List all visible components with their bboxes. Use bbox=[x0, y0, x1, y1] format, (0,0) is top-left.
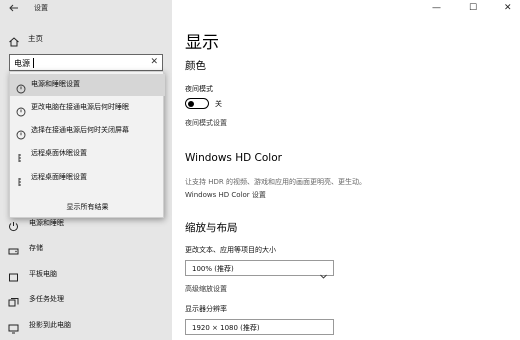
sidebar-item-multitasking[interactable]: 多任务处理 bbox=[8, 292, 158, 307]
night-light-state: 关 bbox=[215, 100, 222, 108]
advanced-scaling-link[interactable]: 高级缩放设置 bbox=[185, 284, 227, 294]
hdr-description: 让支持 HDR 的视频、游戏和应用的画面更明亮、更生动。 bbox=[185, 178, 366, 186]
multitask-icon bbox=[8, 293, 19, 307]
app-title: 设置 bbox=[34, 4, 48, 12]
title-bar: 设置 bbox=[0, 0, 172, 16]
resolution-dropdown[interactable]: 1920 × 1080 (推荐) bbox=[185, 319, 334, 335]
tablet-icon bbox=[8, 268, 19, 282]
search-input[interactable]: 电源 ✕ bbox=[9, 54, 163, 71]
sidebar-item-label: 投影到此电脑 bbox=[29, 321, 71, 329]
scale-dropdown[interactable]: 100% (推荐) bbox=[185, 260, 334, 279]
text-caret bbox=[33, 58, 34, 68]
power-icon bbox=[16, 102, 26, 117]
clear-icon[interactable]: ✕ bbox=[150, 57, 158, 68]
suggestion-item[interactable]: 选择在接通电源后何时关闭屏幕 bbox=[10, 120, 165, 142]
night-light-settings-link[interactable]: 夜间模式设置 bbox=[185, 118, 227, 128]
section-heading-hdr: Windows HD Color bbox=[185, 152, 282, 164]
sidebar-item-power-sleep[interactable]: 电源和睡眠 bbox=[8, 216, 158, 232]
suggestion-label: 更改电脑在接通电源后何时睡眠 bbox=[31, 103, 129, 111]
suggestion-label: 选择在接通电源后何时关闭屏幕 bbox=[31, 126, 129, 134]
hdr-settings-link[interactable]: Windows HD Color 设置 bbox=[185, 190, 266, 200]
remote-desktop-icon bbox=[16, 148, 26, 162]
suggestion-item[interactable]: 远程桌面休眠设置 bbox=[10, 143, 165, 165]
suggestion-label: 电源和睡眠设置 bbox=[31, 80, 80, 88]
main-content: — ☐ ✕ 显示 颜色 夜间模式 关 夜间模式设置 Windows HD Col… bbox=[172, 0, 520, 340]
power-icon bbox=[16, 125, 26, 140]
remote-desktop-icon bbox=[16, 172, 26, 186]
section-heading-color: 颜色 bbox=[185, 60, 206, 72]
page-title: 显示 bbox=[185, 33, 219, 53]
sidebar-item-label: 主页 bbox=[28, 34, 43, 43]
night-light-label: 夜间模式 bbox=[185, 85, 213, 93]
window-controls: — ☐ ✕ bbox=[410, 0, 520, 16]
power-icon bbox=[8, 217, 19, 232]
suggestion-label: 远程桌面休眠设置 bbox=[31, 149, 87, 157]
sidebar-item-project[interactable]: 投影到此电脑 bbox=[8, 318, 158, 334]
sidebar: 设置 主页 电源 ✕ 电源和睡眠 存储 平板电脑 多任务处理 投影到此电脑 电源… bbox=[0, 0, 172, 340]
scale-value: 100% (推荐) bbox=[192, 265, 234, 273]
suggestion-label: 远程桌面睡眠设置 bbox=[31, 173, 87, 181]
power-icon bbox=[16, 79, 26, 94]
section-heading-scale: 缩放与布局 bbox=[185, 222, 238, 234]
show-all-results-link[interactable]: 显示所有结果 bbox=[10, 202, 165, 212]
sidebar-item-label: 电源和睡眠 bbox=[29, 219, 64, 227]
night-light-toggle[interactable] bbox=[185, 98, 209, 109]
resolution-label: 显示器分辨率 bbox=[185, 305, 227, 313]
storage-icon bbox=[8, 242, 19, 255]
minimize-button[interactable]: — bbox=[432, 2, 441, 14]
toggle-knob bbox=[188, 100, 194, 107]
suggestion-item[interactable]: 更改电脑在接通电源后何时睡眠 bbox=[10, 97, 165, 119]
sidebar-item-storage[interactable]: 存储 bbox=[8, 241, 158, 255]
search-suggestions: 电源和睡眠设置 更改电脑在接通电源后何时睡眠 选择在接通电源后何时关闭屏幕 远程… bbox=[9, 71, 165, 218]
projector-icon bbox=[8, 319, 19, 334]
resolution-value: 1920 × 1080 (推荐) bbox=[192, 324, 260, 332]
sidebar-item-home[interactable]: 主页 bbox=[8, 32, 158, 47]
suggestion-item[interactable]: 电源和睡眠设置 bbox=[10, 74, 165, 96]
sidebar-item-label: 多任务处理 bbox=[29, 295, 64, 303]
sidebar-item-tablet[interactable]: 平板电脑 bbox=[8, 267, 158, 282]
suggestion-item[interactable]: 远程桌面睡眠设置 bbox=[10, 167, 165, 189]
back-arrow-icon[interactable] bbox=[8, 2, 20, 14]
search-value: 电源 bbox=[14, 59, 30, 68]
close-button[interactable]: ✕ bbox=[504, 2, 512, 14]
scale-label: 更改文本、应用等项目的大小 bbox=[185, 246, 276, 254]
home-icon bbox=[8, 33, 20, 47]
sidebar-item-label: 平板电脑 bbox=[29, 270, 57, 278]
maximize-button[interactable]: ☐ bbox=[469, 2, 477, 14]
sidebar-item-label: 存储 bbox=[29, 244, 43, 252]
chevron-down-icon bbox=[320, 265, 327, 279]
